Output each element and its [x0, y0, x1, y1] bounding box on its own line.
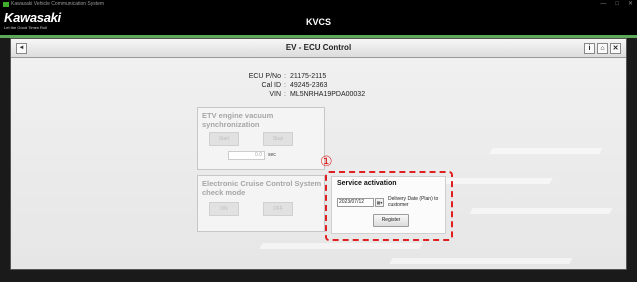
maximize-icon[interactable]: □ — [615, 0, 619, 9]
close-icon[interactable]: ✕ — [610, 43, 621, 54]
service-activation-title: Service activation — [337, 180, 397, 187]
background-stripe — [489, 148, 603, 154]
on-button[interactable]: ON — [209, 202, 239, 216]
home-icon[interactable]: ⌂ — [597, 43, 608, 54]
screen-title: EV - ECU Control — [285, 43, 352, 52]
service-activation-box: Service activation 2023/07/12 ▦▾ Deliver… — [331, 176, 446, 234]
ecu-pno-label: ECU P/No — [248, 73, 281, 80]
sec-value-field: 0.0 — [228, 151, 265, 160]
cal-id-value: 49245-2363 — [290, 82, 328, 89]
stop-button[interactable]: Stop — [263, 132, 293, 146]
vin-row: VIN : ML5NRHA19PDA00032 — [221, 90, 421, 99]
cruise-control-box: Electronic Cruise Control System check m… — [197, 175, 325, 232]
off-button[interactable]: OFF — [263, 202, 293, 216]
vin-value: ML5NRHA19PDA00032 — [290, 91, 366, 98]
delivery-date-input[interactable]: 2023/07/12 — [337, 198, 374, 207]
os-titlebar: Kawasaki Vehicle Communication System — … — [0, 0, 637, 9]
ecu-info-block: ECU P/No : 21175-2115 Cal ID : 49245-236… — [221, 72, 421, 102]
background-stripe — [469, 208, 613, 214]
application-window: Kawasaki Vehicle Communication System — … — [0, 0, 637, 282]
separator: : — [284, 73, 286, 80]
ecu-control-panel: ◄ EV - ECU Control i ⌂ ✕ ECU P/No : 2117… — [10, 38, 627, 270]
ecu-pno-row: ECU P/No : 21175-2115 — [221, 72, 421, 81]
background-stripe — [389, 258, 573, 264]
app-header: Kawasaki Let the Good Times Roll KVCS — [0, 9, 637, 35]
os-window-title: Kawasaki Vehicle Communication System — [11, 1, 105, 7]
sec-unit-label: sec — [268, 152, 276, 158]
start-button[interactable]: Start — [209, 132, 239, 146]
content-area: ECU P/No : 21175-2115 Cal ID : 49245-236… — [11, 58, 626, 269]
separator: : — [284, 91, 286, 98]
cal-id-row: Cal ID : 49245-2363 — [221, 81, 421, 90]
ecu-pno-value: 21175-2115 — [290, 73, 327, 80]
app-icon — [3, 2, 9, 7]
app-title: KVCS — [305, 17, 331, 27]
background-stripe — [259, 243, 423, 249]
cruise-control-title: Electronic Cruise Control System check m… — [202, 179, 322, 197]
separator: : — [284, 82, 286, 89]
callout-number: ① — [320, 153, 333, 169]
window-close-icon[interactable]: ✕ — [628, 0, 633, 9]
register-button[interactable]: Register — [373, 214, 409, 227]
calendar-dropdown-icon[interactable]: ▦▾ — [375, 198, 384, 207]
info-icon[interactable]: i — [584, 43, 595, 54]
etv-sync-title: ETV engine vacuum synchronization — [202, 111, 274, 129]
cal-id-label: Cal ID — [261, 82, 281, 89]
minimize-icon[interactable]: — — [600, 0, 606, 9]
nav-bar: ◄ EV - ECU Control i ⌂ ✕ — [11, 39, 626, 58]
etv-sync-box: ETV engine vacuum synchronization Start … — [197, 107, 325, 170]
vin-label: VIN — [269, 91, 281, 98]
delivery-date-label: Delivery Date (Plan) to customer — [388, 196, 439, 208]
